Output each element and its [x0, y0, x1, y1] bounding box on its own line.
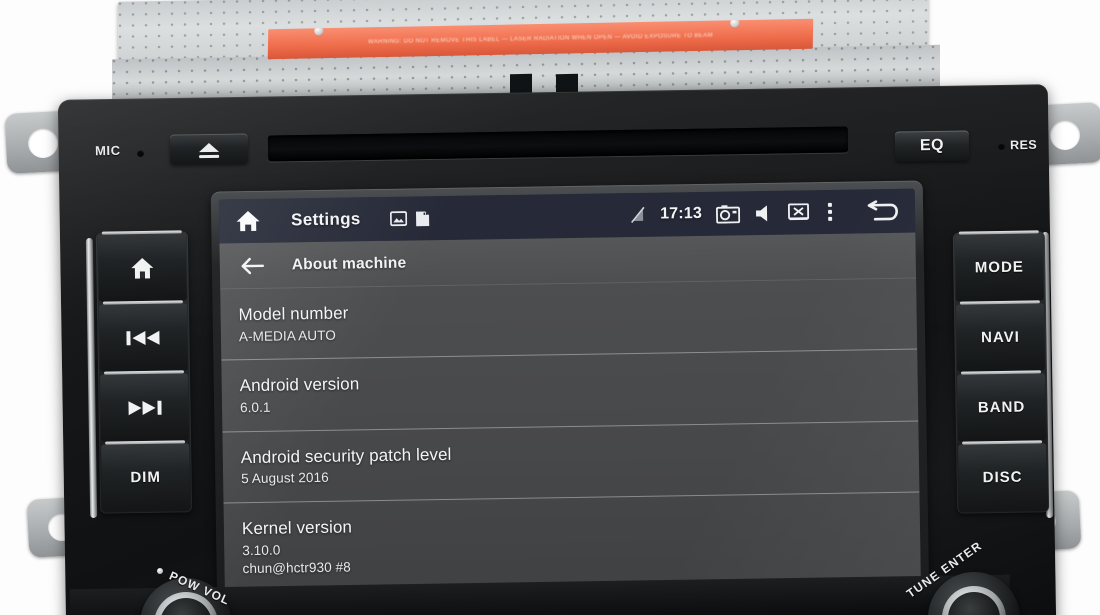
list-item[interactable]: Android version 6.0.1	[221, 349, 919, 433]
list-item[interactable]: Android security patch level 5 August 20…	[222, 421, 920, 504]
mic-label: MIC	[94, 142, 121, 159]
hard-button-dim[interactable]: DIM	[101, 443, 191, 512]
hard-button-home[interactable]	[97, 233, 187, 302]
hard-button-mode[interactable]: MODE	[954, 233, 1044, 302]
status-bar-title: Settings	[290, 209, 361, 230]
signal-off-icon	[630, 206, 646, 224]
volume-icon[interactable]	[754, 203, 774, 222]
camera-icon[interactable]	[715, 204, 741, 224]
laser-warning-text: WARNING: DO NOT REMOVE THIS LABEL — LASE…	[367, 32, 714, 46]
page-title: About machine	[291, 254, 407, 273]
eq-button[interactable]: EQ	[894, 130, 970, 162]
storage-icons-group	[390, 210, 430, 228]
status-bar-right-group: 17:13	[630, 200, 903, 226]
home-icon	[130, 256, 154, 279]
reset-label: RES	[1009, 137, 1038, 153]
back-navigation-button[interactable]	[236, 248, 271, 283]
label-screw-left	[314, 26, 324, 36]
screenshot-root: WARNING: DO NOT REMOVE THIS LABEL — LASE…	[0, 0, 1100, 615]
bracket-hole	[1049, 119, 1081, 151]
screen-off-icon[interactable]	[787, 203, 810, 221]
next-track-icon	[127, 399, 162, 416]
eject-icon	[198, 142, 220, 152]
eject-icon-bar	[199, 154, 220, 159]
back-arrow-icon[interactable]	[865, 200, 903, 223]
about-machine-list[interactable]: Model number A-MEDIA AUTO Android versio…	[220, 278, 922, 615]
eject-button[interactable]	[169, 133, 249, 165]
list-item[interactable]: Model number A-MEDIA AUTO	[220, 278, 918, 361]
previous-track-icon	[126, 329, 160, 346]
left-button-column: DIM	[95, 231, 193, 514]
status-bar-clock: 17:13	[659, 204, 703, 223]
hard-button-navi[interactable]: NAVI	[955, 303, 1045, 372]
right-button-column: MODE NAVI BAND DISC	[952, 231, 1050, 514]
hard-button-disc[interactable]: DISC	[958, 443, 1048, 512]
label-screw-right	[730, 18, 740, 28]
mic-hole	[136, 149, 145, 158]
hard-button-next[interactable]	[100, 373, 190, 442]
usb-storage-icon[interactable]	[415, 210, 430, 227]
power-indicator-dot	[157, 568, 163, 574]
more-vertical-icon[interactable]	[823, 202, 837, 221]
hard-button-previous[interactable]	[98, 303, 188, 372]
hard-button-band[interactable]: BAND	[957, 373, 1047, 442]
sd-card-icon[interactable]	[390, 211, 408, 227]
status-home-icon[interactable]	[233, 206, 263, 236]
reset-hole[interactable]	[997, 142, 1006, 151]
bracket-hole	[27, 127, 59, 159]
touchscreen[interactable]: Settings 17:13 About machine Model numbe…	[218, 188, 922, 615]
status-bar-spacer	[431, 215, 631, 218]
